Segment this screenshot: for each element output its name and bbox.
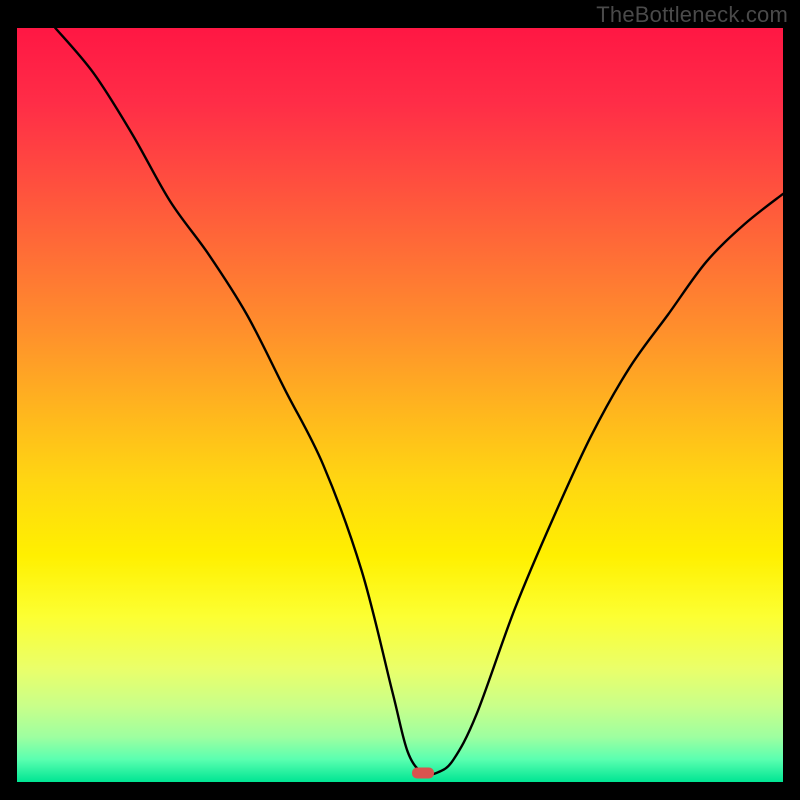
chart-frame: TheBottleneck.com [0, 0, 800, 800]
watermark-text: TheBottleneck.com [596, 2, 788, 28]
plot-area [17, 28, 783, 782]
chart-svg [17, 28, 783, 782]
min-marker [412, 768, 434, 779]
plot-background [17, 28, 783, 782]
